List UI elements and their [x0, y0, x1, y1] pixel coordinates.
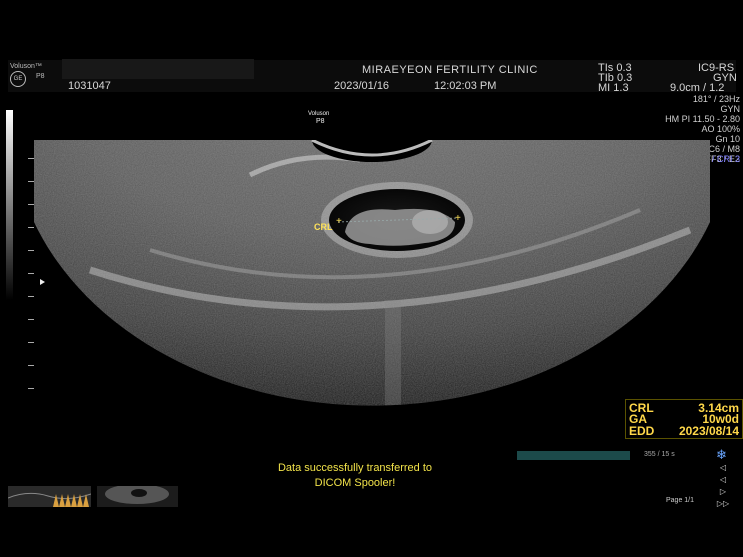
transfer-status-message: Data successfully transferred to DICOM S… [230, 461, 480, 491]
nav-last-button[interactable]: ▷▷ [714, 499, 732, 509]
depth-tick [28, 181, 34, 182]
probe-name-overlay: P8 [316, 118, 325, 125]
depth-tick [28, 204, 34, 205]
thumbnail-2[interactable] [97, 486, 178, 507]
status-line-1: Data successfully transferred to [277, 462, 433, 474]
nav-next-button[interactable]: ▷ [714, 487, 732, 497]
depth-tick [28, 296, 34, 297]
nav-prev-first-button[interactable]: ◁ [714, 463, 732, 473]
crl-caliper-label[interactable]: CRL [314, 222, 333, 232]
depth-tick [28, 365, 34, 366]
cine-frame-count: 355 / 15 s [644, 451, 675, 458]
snowflake-freeze-icon[interactable]: ❄ [716, 447, 727, 463]
depth-tick [28, 158, 34, 159]
probe-brand-overlay: Voluson [308, 111, 330, 117]
depth-tick [28, 250, 34, 251]
depth-tick [28, 342, 34, 343]
measurement-results: CRL 3.14cm GA 10w0d EDD 2023/08/14 [625, 399, 743, 439]
status-line-2: DICOM Spooler! [314, 477, 396, 489]
svg-text:+: + [336, 216, 342, 227]
grayscale-bar [6, 110, 13, 300]
thumbnail-1[interactable] [8, 486, 91, 507]
thumbnail-image-icon [8, 486, 91, 507]
svg-text:+: + [455, 213, 461, 224]
nav-prev-button[interactable]: ◁ [714, 475, 732, 485]
depth-tick [28, 273, 34, 274]
depth-tick [28, 388, 34, 389]
result-label-edd: EDD [629, 424, 655, 438]
result-value-edd: 2023/08/14 [678, 424, 739, 438]
depth-tick [28, 319, 34, 320]
page-indicator: Page 1/1 [666, 497, 695, 504]
focus-marker-icon[interactable] [40, 279, 45, 285]
cine-progress-bar[interactable] [517, 451, 630, 460]
depth-tick [28, 227, 34, 228]
thumbnail-image-icon [97, 486, 178, 507]
